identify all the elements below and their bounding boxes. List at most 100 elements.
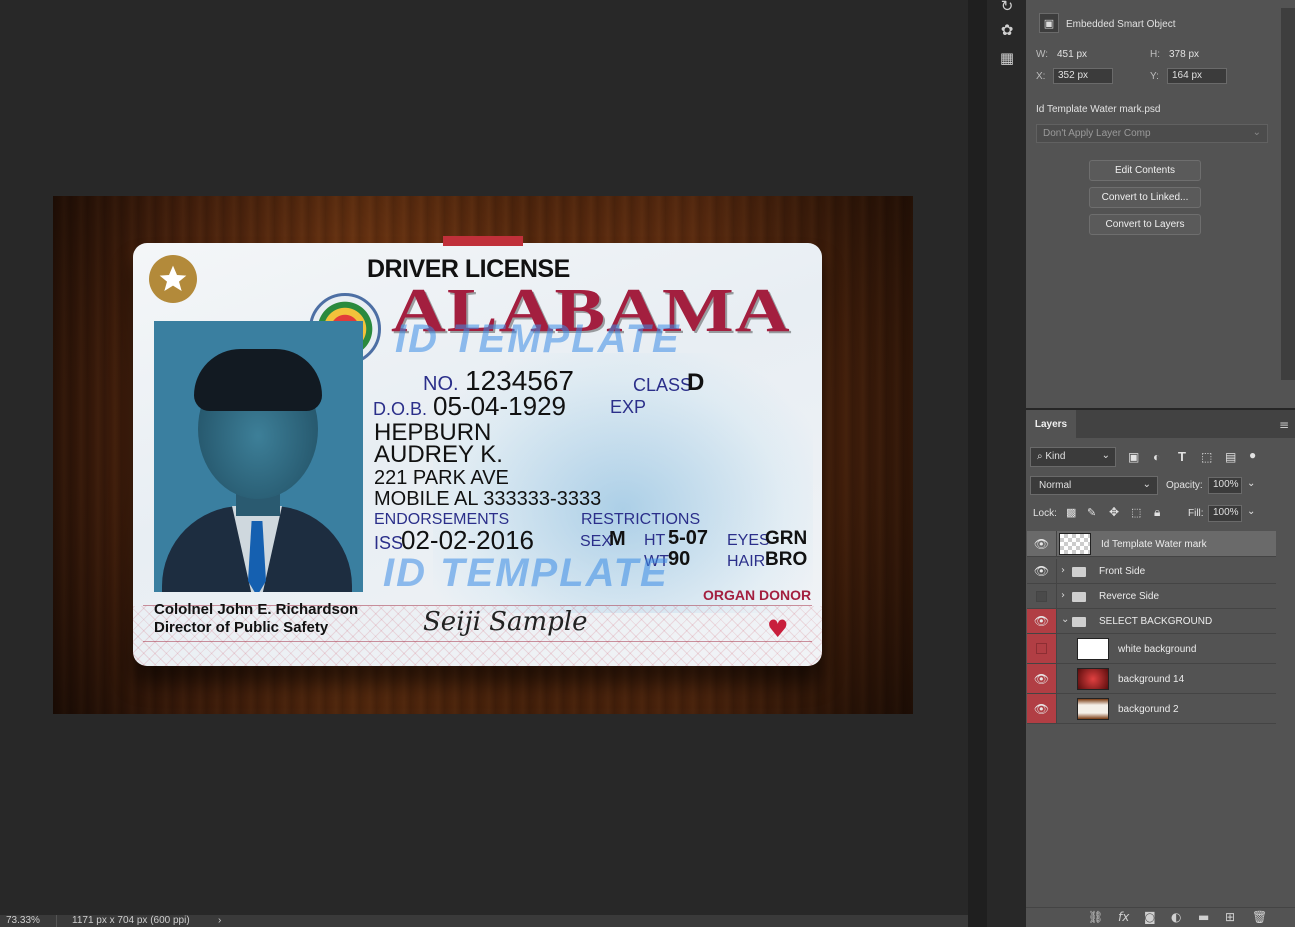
folder-icon (1072, 592, 1086, 602)
layer-row[interactable]: 👁︎ background 14 (1027, 664, 1276, 694)
y-label: Y: (1150, 71, 1159, 82)
chevron-right-icon[interactable]: › (1061, 590, 1065, 601)
new-group-icon[interactable]: ▬ (1198, 910, 1209, 924)
address-line2: MOBILE AL 333333-3333 (374, 488, 602, 510)
photoshop-window: DRIVER LICENSE ALABAMA ID TEMPLATE NO. 1… (0, 0, 1295, 927)
visibility-eye-icon[interactable]: 👁︎ (1027, 609, 1057, 633)
fx-icon[interactable]: fx (1118, 910, 1129, 924)
smart-object-icon: ▣ (1039, 13, 1059, 33)
layer-name: Reverce Side (1099, 591, 1160, 602)
convert-to-linked-button[interactable]: Convert to Linked... (1089, 187, 1201, 208)
blend-mode-value: Normal (1039, 480, 1072, 491)
properties-header: Embedded Smart Object (1066, 19, 1176, 30)
link-layers-icon[interactable]: ⛓︎ (1088, 910, 1103, 924)
chevron-down-icon[interactable]: ⌄ (1247, 506, 1255, 517)
edit-contents-button[interactable]: Edit Contents (1089, 160, 1201, 181)
weight-value: 90 (668, 548, 691, 570)
height-value[interactable]: 378 px (1169, 49, 1199, 60)
lock-brush-icon[interactable]: ✎ (1087, 506, 1096, 519)
layer-comp-value: Don't Apply Layer Comp (1043, 128, 1151, 139)
chevron-down-icon: ⌄ (1142, 479, 1151, 490)
chevron-down-icon[interactable]: ⌄ (1247, 478, 1255, 489)
properties-scrollbar[interactable] (1281, 8, 1295, 380)
layer-row[interactable]: 👁︎ ⌄ SELECT BACKGROUND (1027, 609, 1276, 634)
opacity-label: Opacity: (1166, 480, 1203, 491)
visibility-eye-icon[interactable]: 👁︎ (1027, 559, 1057, 583)
layer-thumbnail (1059, 533, 1091, 555)
visibility-eye-icon[interactable] (1027, 584, 1057, 608)
status-bar: 73.33% 1171 px x 704 px (600 ppi) › (0, 915, 968, 927)
fill-field[interactable]: 100% (1208, 505, 1242, 522)
filter-smart-object-icon[interactable]: ▤ (1225, 450, 1236, 464)
filter-pixel-icon[interactable]: ▣ (1128, 450, 1139, 464)
lock-artboard-icon[interactable]: ⬚ (1131, 506, 1141, 519)
layer-row[interactable]: 👁︎ backgorund 2 (1027, 694, 1276, 724)
layer-row[interactable]: 👁︎ › Front Side (1027, 559, 1276, 584)
folder-open-icon (1072, 617, 1086, 627)
lock-all-icon[interactable]: 🔒︎ (1154, 505, 1160, 520)
document-info: 1171 px x 704 px (600 ppi) (72, 915, 190, 926)
exp-label: EXP (610, 397, 647, 417)
y-field[interactable]: 164 px (1167, 68, 1227, 84)
layer-name: white background (1118, 644, 1197, 655)
history-icon[interactable]: ↻ (997, 0, 1017, 16)
layer-comp-dropdown[interactable]: Don't Apply Layer Comp ⌄ (1036, 124, 1268, 143)
lock-transparency-icon[interactable]: ▩ (1066, 506, 1076, 519)
chevron-right-icon[interactable]: › (1061, 565, 1065, 576)
layer-thumbnail (1077, 668, 1109, 690)
portrait-photo (154, 321, 363, 592)
canvas-scrollbar[interactable] (968, 0, 986, 927)
tab-layers[interactable]: Layers (1026, 410, 1076, 438)
adjustment-layer-icon[interactable]: ◐ (1171, 910, 1181, 924)
convert-to-layers-button[interactable]: Convert to Layers (1089, 214, 1201, 235)
new-layer-icon[interactable]: ⊞ (1225, 910, 1235, 924)
visibility-eye-icon[interactable]: 👁︎ (1027, 694, 1057, 723)
layer-row[interactable]: white background (1027, 634, 1276, 664)
kind-filter-dropdown[interactable]: ⌕ Kind ⌄ (1030, 447, 1116, 467)
layers-tabbar: Layers ≡ (1026, 410, 1295, 438)
trash-icon[interactable]: 🗑︎ (1252, 910, 1267, 924)
canvas-workspace[interactable]: DRIVER LICENSE ALABAMA ID TEMPLATE NO. 1… (0, 0, 968, 915)
blend-mode-dropdown[interactable]: Normal ⌄ (1030, 476, 1158, 495)
hair-value: BRO (765, 549, 808, 570)
sex-label: SEX (580, 533, 613, 550)
sex-value: M (609, 528, 626, 550)
palette-icon[interactable]: ✿ (997, 20, 1017, 40)
star-seal-icon (149, 255, 197, 303)
chevron-down-icon[interactable]: ⌄ (1061, 614, 1069, 625)
x-field[interactable]: 352 px (1053, 68, 1113, 84)
visibility-eye-icon[interactable] (1027, 634, 1057, 663)
filter-type-icon[interactable]: T (1178, 449, 1186, 464)
lock-label: Lock: (1033, 508, 1057, 519)
folder-icon (1072, 567, 1086, 577)
add-mask-icon[interactable]: ◙ (1144, 910, 1156, 924)
class-value: D (687, 369, 705, 396)
document-canvas[interactable]: DRIVER LICENSE ALABAMA ID TEMPLATE NO. 1… (53, 196, 913, 714)
chevron-right-icon[interactable]: › (218, 915, 221, 927)
search-icon: ⌕ (1037, 451, 1043, 462)
director-name: Cololnel John E. Richardson (154, 601, 359, 618)
grid-icon[interactable]: ▦ (997, 48, 1017, 68)
visibility-eye-icon[interactable]: 👁︎ (1027, 664, 1057, 693)
layer-row[interactable]: › Reverce Side (1027, 584, 1276, 609)
filter-toggle-icon[interactable]: ● (1249, 448, 1256, 462)
filter-shape-icon[interactable]: ⬚ (1201, 450, 1212, 464)
panel-menu-icon[interactable]: ≡ (1279, 418, 1289, 432)
fill-label: Fill: (1188, 508, 1204, 519)
layer-name: SELECT BACKGROUND (1099, 616, 1213, 627)
layer-row[interactable]: 👁︎ Id Templatе Water mark (1027, 531, 1276, 557)
x-label: X: (1036, 71, 1046, 82)
signature: Seiji Sample (423, 607, 588, 637)
opacity-field[interactable]: 100% (1208, 477, 1242, 494)
eyes-value: GRN (765, 528, 808, 549)
lock-position-icon[interactable]: ✥ (1109, 505, 1119, 519)
first-name: AUDREY K. (374, 441, 503, 468)
id-card: DRIVER LICENSE ALABAMA ID TEMPLATE NO. 1… (133, 243, 822, 666)
hair-label: HAIR (727, 553, 766, 570)
width-value[interactable]: 451 px (1057, 49, 1087, 60)
visibility-eye-icon[interactable]: 👁︎ (1027, 531, 1057, 556)
linked-filename: Id Templatе Water mark.psd (1036, 104, 1161, 115)
filter-adjustment-icon[interactable]: ◐ (1153, 450, 1160, 464)
address-line1: 221 PARK AVE (374, 467, 509, 489)
zoom-level[interactable]: 73.33% (6, 915, 40, 927)
